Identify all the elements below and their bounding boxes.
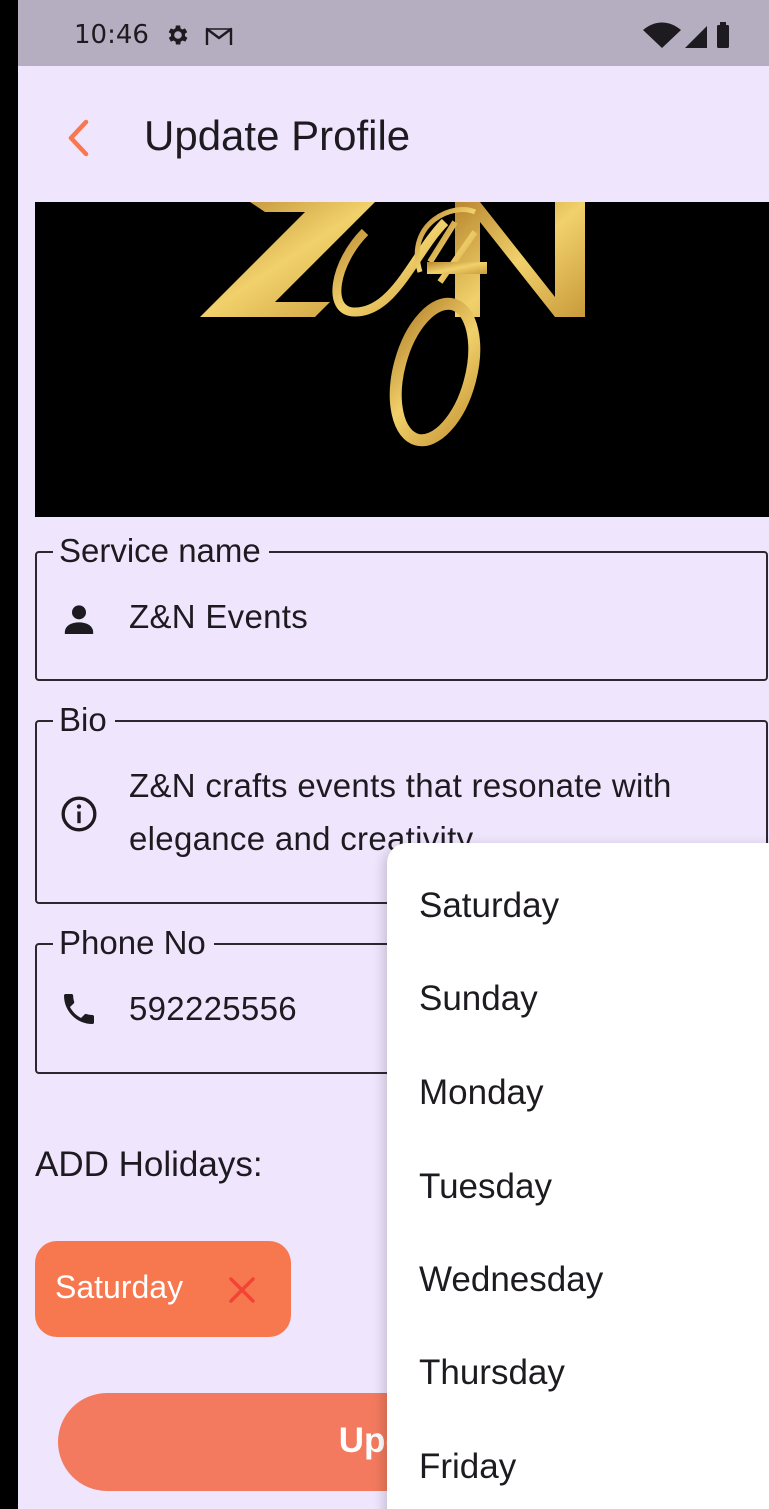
- menu-item-tuesday[interactable]: Tuesday: [419, 1157, 759, 1217]
- bio-label: Bio: [53, 700, 115, 740]
- gear-icon: [168, 25, 188, 45]
- phone-label: Phone No: [53, 923, 214, 963]
- menu-item-saturday[interactable]: Saturday: [419, 876, 759, 936]
- close-icon[interactable]: [225, 1273, 259, 1307]
- status-time: 10:46: [74, 20, 149, 50]
- phone-icon: [64, 994, 94, 1024]
- menu-item-monday[interactable]: Monday: [419, 1063, 759, 1123]
- service-name-field[interactable]: Service name Z&N Events: [35, 531, 768, 681]
- profile-banner-image[interactable]: [35, 202, 769, 517]
- service-name-label: Service name: [53, 531, 269, 571]
- add-holidays-label: ADD Holidays:: [35, 1145, 263, 1184]
- holiday-chip-label: Saturday: [55, 1269, 184, 1305]
- app-bar: Update Profile: [18, 66, 769, 202]
- app-screen: 10:46 Update Profile Service name Z&N Ev…: [18, 0, 769, 1509]
- info-icon: [61, 796, 97, 832]
- signal-icon: [685, 26, 707, 48]
- zn-logo: [200, 202, 585, 447]
- connectivity-icons: [643, 22, 729, 48]
- battery-icon: [717, 25, 729, 48]
- holiday-chip[interactable]: Saturday: [35, 1241, 291, 1337]
- menu-item-sunday[interactable]: Sunday: [419, 969, 759, 1029]
- menu-item-thursday[interactable]: Thursday: [419, 1343, 759, 1403]
- person-icon: [64, 605, 94, 634]
- phone-input[interactable]: 592225556: [129, 983, 297, 1035]
- screen-bezel: [0, 0, 18, 1509]
- wifi-icon: [643, 22, 681, 48]
- day-dropdown-menu: Saturday Sunday Monday Tuesday Wednesday…: [387, 843, 769, 1509]
- status-bar: 10:46: [18, 0, 769, 66]
- service-name-input[interactable]: Z&N Events: [129, 591, 308, 643]
- page-title: Update Profile: [144, 112, 411, 159]
- menu-item-wednesday[interactable]: Wednesday: [419, 1250, 759, 1310]
- gmail-icon: [205, 27, 233, 45]
- bio-input-line1[interactable]: Z&N crafts events that resonate with: [129, 760, 672, 812]
- menu-item-friday[interactable]: Friday: [419, 1437, 759, 1497]
- chevron-left-icon[interactable]: [58, 116, 102, 160]
